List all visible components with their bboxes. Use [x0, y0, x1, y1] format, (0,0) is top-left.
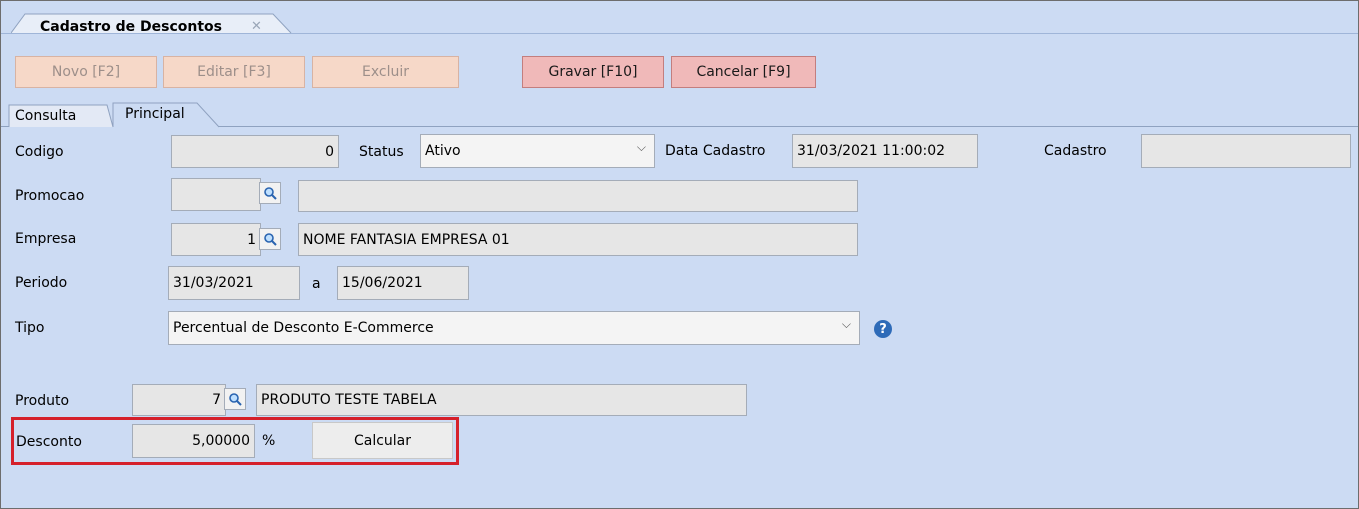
empresa-code-field[interactable]: 1: [171, 223, 261, 256]
tab-consulta[interactable]: Consulta: [15, 108, 76, 124]
search-icon[interactable]: [224, 388, 246, 410]
produto-name-field[interactable]: PRODUTO TESTE TABELA: [256, 384, 747, 416]
codigo-value: 0: [325, 143, 334, 160]
periodo-start: 31/03/2021: [173, 275, 254, 291]
help-icon[interactable]: ?: [874, 320, 892, 338]
periodo-end-field[interactable]: 15/06/2021: [337, 266, 469, 300]
periodo-start-field[interactable]: 31/03/2021: [168, 266, 300, 300]
document-tab[interactable]: Cadastro de Descontos ✕: [11, 13, 292, 35]
codigo-field[interactable]: 0: [171, 135, 339, 168]
novo-button[interactable]: Novo [F2]: [15, 56, 157, 88]
produto-name: PRODUTO TESTE TABELA: [261, 392, 437, 408]
empresa-code: 1: [247, 231, 256, 248]
data-cadastro-value: 31/03/2021 11:00:02: [797, 143, 946, 159]
status-value: Ativo: [425, 143, 461, 159]
gravar-button[interactable]: Gravar [F10]: [522, 56, 664, 88]
window-frame: Cadastro de Descontos ✕ Novo [F2] Editar…: [0, 0, 1359, 509]
excluir-button[interactable]: Excluir: [312, 56, 459, 88]
promocao-label: Promocao: [15, 188, 85, 204]
editar-button[interactable]: Editar [F3]: [163, 56, 305, 88]
cancelar-button[interactable]: Cancelar [F9]: [671, 56, 816, 88]
cadastro-label: Cadastro: [1044, 143, 1107, 159]
periodo-label: Periodo: [15, 275, 68, 291]
cadastro-field[interactable]: [1141, 134, 1351, 168]
empresa-name: NOME FANTASIA EMPRESA 01: [303, 231, 510, 248]
highlight-box: [11, 417, 459, 465]
close-icon[interactable]: ✕: [251, 19, 262, 34]
chevron-down-icon: ⌵: [841, 317, 851, 331]
document-tab-title: Cadastro de Descontos: [40, 19, 222, 35]
periodo-separator: a: [312, 276, 321, 292]
tab-principal[interactable]: Principal: [125, 106, 185, 122]
produto-label: Produto: [15, 393, 70, 409]
data-cadastro-field[interactable]: 31/03/2021 11:00:02: [792, 134, 978, 168]
chevron-down-icon: ⌵: [636, 140, 646, 154]
promocao-code-field[interactable]: [171, 178, 261, 211]
tipo-value: Percentual de Desconto E-Commerce: [173, 320, 434, 336]
produto-code: 7: [212, 392, 221, 408]
empresa-label: Empresa: [15, 231, 77, 247]
status-select[interactable]: Ativo ⌵: [420, 134, 655, 168]
codigo-label: Codigo: [15, 144, 64, 160]
promocao-name-field[interactable]: [298, 180, 858, 212]
periodo-end: 15/06/2021: [342, 275, 423, 291]
empresa-name-field[interactable]: NOME FANTASIA EMPRESA 01: [298, 223, 858, 256]
document-tabstrip: Cadastro de Descontos ✕: [1, 1, 1358, 35]
search-icon[interactable]: [259, 182, 281, 204]
tipo-label: Tipo: [15, 320, 45, 336]
search-icon[interactable]: [259, 228, 281, 250]
tipo-select[interactable]: Percentual de Desconto E-Commerce ⌵: [168, 311, 860, 345]
data-cadastro-label: Data Cadastro: [665, 143, 766, 159]
status-label: Status: [359, 144, 404, 160]
produto-code-field[interactable]: 7: [132, 384, 226, 416]
